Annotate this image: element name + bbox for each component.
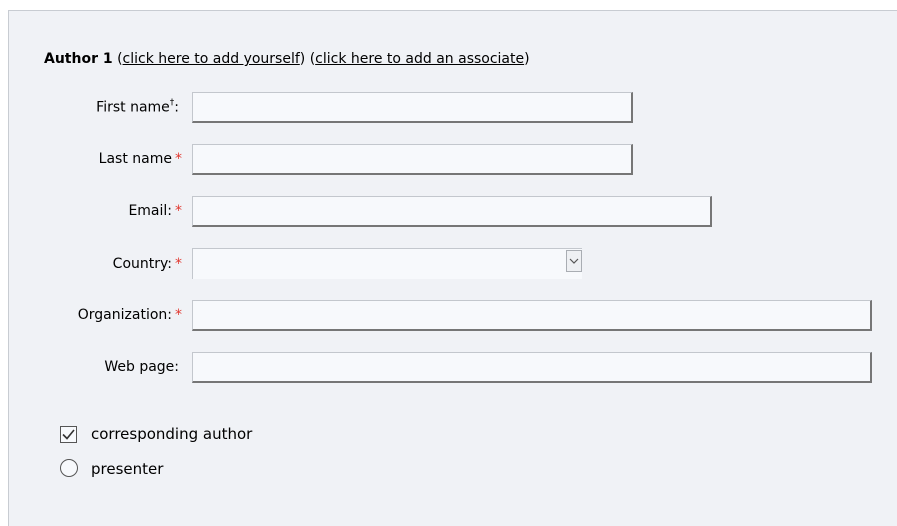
web-page-input[interactable] <box>192 352 872 383</box>
first-name-input[interactable] <box>192 92 633 123</box>
web-page-label-text: Web page: <box>104 359 179 375</box>
required-mark: * <box>175 256 182 272</box>
required-mark: * <box>175 307 182 323</box>
email-label: Email: * <box>0 203 182 219</box>
presenter-radio[interactable] <box>60 459 78 477</box>
first-name-label: First name†: <box>0 98 179 116</box>
dagger-mark: † <box>169 98 175 108</box>
add-yourself-link[interactable]: click here to add yourself <box>123 51 300 67</box>
checkmark-icon <box>62 429 75 440</box>
paren-close: ) <box>299 51 306 67</box>
paren-close-2: ) <box>524 51 530 67</box>
last-name-label: Last name * <box>0 151 182 167</box>
required-mark: * <box>175 151 182 167</box>
organization-label-text: Organization: <box>77 307 172 323</box>
author-title: Author 1 <box>44 51 113 67</box>
country-label-text: Country: <box>112 256 172 272</box>
corresponding-author-checkbox[interactable] <box>60 426 77 443</box>
add-associate-link[interactable]: click here to add an associate <box>315 51 524 67</box>
country-select[interactable] <box>192 248 582 279</box>
last-name-input[interactable] <box>192 144 633 175</box>
first-name-colon: : <box>174 99 179 116</box>
chevron-down-icon[interactable] <box>566 250 582 272</box>
country-label: Country: * <box>0 256 182 272</box>
email-input[interactable] <box>192 196 712 227</box>
organization-input[interactable] <box>192 300 872 331</box>
organization-label: Organization: * <box>0 307 182 323</box>
web-page-label: Web page: <box>0 359 179 375</box>
last-name-label-text: Last name <box>98 151 172 167</box>
author-panel: Author 1 (click here to add yourself) (c… <box>8 10 897 526</box>
corresponding-author-label: corresponding author <box>91 425 253 443</box>
author-heading: Author 1 (click here to add yourself) (c… <box>44 51 530 67</box>
email-label-text: Email: <box>128 203 172 219</box>
presenter-label: presenter <box>91 460 164 478</box>
first-name-label-text: First name <box>96 99 170 116</box>
required-mark: * <box>175 203 182 219</box>
